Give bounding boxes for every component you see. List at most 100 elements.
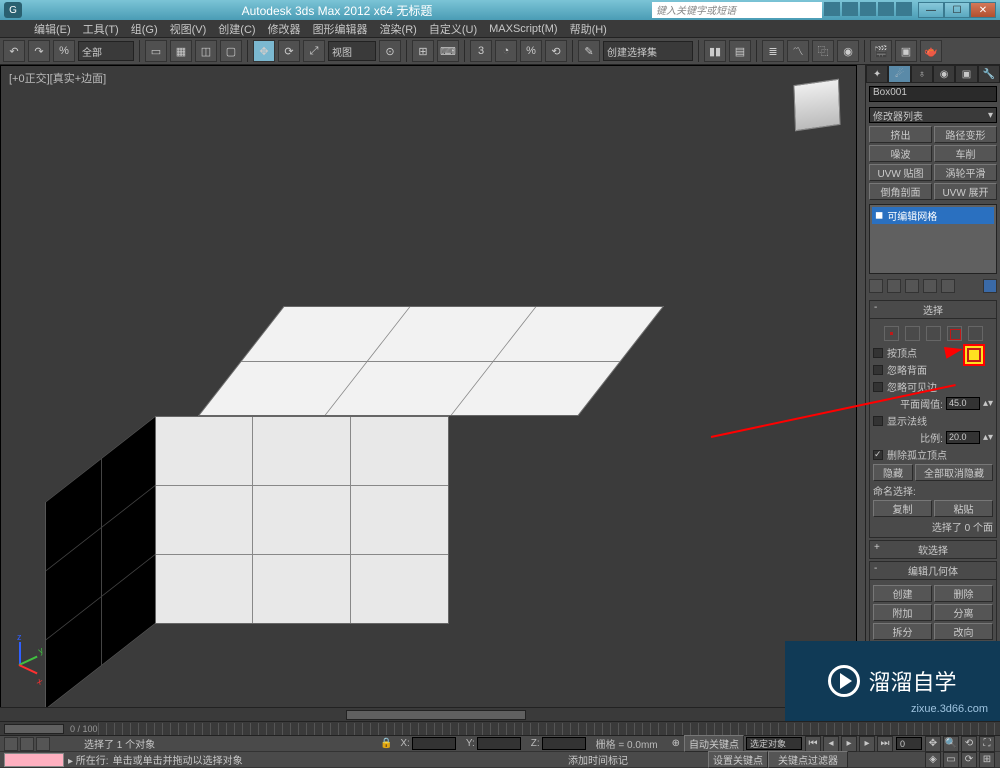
btn-turn[interactable]: 改向 (934, 623, 993, 640)
align-icon[interactable]: ▤ (729, 40, 751, 62)
quickrender-icon[interactable]: 🫖 (920, 40, 942, 62)
btn-autokey[interactable]: 自动关键点 (684, 735, 744, 752)
chk-shownormals[interactable] (873, 416, 883, 426)
menu-edit[interactable]: 编辑(E) (28, 21, 77, 37)
keyboard-icon[interactable]: ⌨ (437, 40, 459, 62)
nav-orbit-icon[interactable]: ⟲ (961, 736, 977, 752)
goto-start-icon[interactable]: ⏮ (805, 736, 821, 752)
btn-hide[interactable]: 隐藏 (873, 464, 913, 481)
subobj-face-icon[interactable] (926, 326, 941, 341)
timeconfig-icon[interactable] (4, 737, 18, 751)
menu-bar[interactable]: 编辑(E) 工具(T) 组(G) 视图(V) 创建(C) 修改器 图形编辑器 渲… (0, 20, 1000, 38)
rotate-icon[interactable]: ⟳ (278, 40, 300, 62)
prev-frame-icon[interactable]: ◂ (823, 736, 839, 752)
scale-icon[interactable]: ⤢ (303, 40, 325, 62)
nav-fov-icon[interactable]: ▭ (943, 752, 959, 768)
material-icon[interactable]: ◉ (837, 40, 859, 62)
subobj-element-icon[interactable] (968, 326, 983, 341)
mirror-icon[interactable]: ▮▮ (704, 40, 726, 62)
btn-delete[interactable]: 删除 (934, 585, 993, 602)
select-icon[interactable]: ▭ (145, 40, 167, 62)
menu-create[interactable]: 创建(C) (212, 21, 261, 37)
btn-detach[interactable]: 分离 (934, 604, 993, 621)
normal-scale-input[interactable]: 20.0 (946, 431, 980, 444)
btn-turbosmooth[interactable]: 涡轮平滑 (934, 164, 997, 181)
btn-break[interactable]: 拆分 (873, 623, 932, 640)
object-name-input[interactable]: Box001 (869, 86, 997, 102)
script-listener[interactable] (4, 753, 64, 767)
viewport-scrollbar[interactable] (0, 707, 865, 721)
lock-icon[interactable]: 🔒 (380, 738, 392, 749)
coord-x-input[interactable] (412, 737, 456, 750)
selectregion-icon[interactable]: ◫ (195, 40, 217, 62)
curveeditor-icon[interactable]: 〽 (787, 40, 809, 62)
minimize-button[interactable]: — (918, 2, 944, 18)
renderframe-icon[interactable]: ▣ (895, 40, 917, 62)
addtime-link[interactable]: 添加时间标记 (568, 752, 628, 767)
editnamedselsets-icon[interactable]: ✎ (578, 40, 600, 62)
title-help-icons[interactable] (822, 2, 912, 19)
nav-zoom-icon[interactable]: 🔍 (943, 736, 959, 752)
move-icon[interactable]: ✥ (253, 40, 275, 62)
scene-object-box[interactable] (191, 306, 651, 626)
maximize-button[interactable]: ☐ (944, 2, 970, 18)
layer-dropdown[interactable]: 全部 (78, 41, 134, 61)
goto-end-icon[interactable]: ⏭ (877, 736, 893, 752)
menu-help[interactable]: 帮助(H) (564, 21, 613, 37)
btn-copy[interactable]: 复制 (873, 500, 932, 517)
menu-group[interactable]: 组(G) (125, 21, 164, 37)
menu-maxscript[interactable]: MAXScript(M) (483, 23, 563, 35)
trackbar-icon[interactable] (20, 737, 34, 751)
nav-zoomext-icon[interactable]: ◈ (925, 752, 941, 768)
selectmanip-icon[interactable]: ⊞ (412, 40, 434, 62)
btn-bevelprofile[interactable]: 倒角剖面 (869, 183, 932, 200)
schematic-icon[interactable]: ⿻ (812, 40, 834, 62)
btn-uvwunwrap[interactable]: UVW 展开 (934, 183, 997, 200)
btn-uvwmap[interactable]: UVW 贴图 (869, 164, 932, 181)
btn-extrude[interactable]: 挤出 (869, 126, 932, 143)
play-icon[interactable]: ▸ (841, 736, 857, 752)
planar-threshold-input[interactable]: 45.0 (946, 397, 980, 410)
menu-modifiers[interactable]: 修改器 (262, 21, 307, 37)
layers-icon[interactable]: ≣ (762, 40, 784, 62)
rollout-softsel-header[interactable]: 软选择 (869, 540, 997, 559)
nav-pan-icon[interactable]: ✥ (925, 736, 941, 752)
nav-maximize-icon[interactable]: ⛶ (979, 736, 995, 752)
stack-tools[interactable] (869, 279, 997, 293)
menu-customize[interactable]: 自定义(U) (423, 21, 483, 37)
chk-deleteiso[interactable] (873, 450, 883, 460)
subobj-vertex-icon[interactable] (884, 326, 899, 341)
btn-noise[interactable]: 噪波 (869, 145, 932, 162)
menu-view[interactable]: 视图(V) (164, 21, 213, 37)
link-icon[interactable]: % (53, 40, 75, 62)
close-button[interactable]: ✕ (970, 2, 996, 18)
redo-icon[interactable]: ↷ (28, 40, 50, 62)
rollout-selection-header[interactable]: 选择 (869, 300, 997, 319)
tab-display-icon[interactable]: ▣ (955, 65, 977, 83)
viewport[interactable]: [+0正交][真实+边面] (0, 65, 857, 721)
nav-max2-icon[interactable]: ⊞ (979, 752, 995, 768)
time-slider[interactable] (4, 724, 64, 734)
spinnersnap-icon[interactable]: ⟲ (545, 40, 567, 62)
timeline-ruler[interactable] (98, 723, 1000, 735)
btn-keyfilter[interactable]: 关键点过滤器 (768, 751, 848, 768)
menu-render[interactable]: 渲染(R) (374, 21, 423, 37)
search-input[interactable]: 键入关键字或短语 (652, 2, 822, 18)
viewport-label[interactable]: [+0正交][真实+边面] (9, 70, 106, 86)
modifier-list-dropdown[interactable]: 修改器列表▾ (869, 107, 997, 123)
chk-ignoreback[interactable] (873, 365, 883, 375)
subobj-edge-icon[interactable] (905, 326, 920, 341)
rendersettings-icon[interactable]: 🎬 (870, 40, 892, 62)
modifier-stack[interactable]: ◼可编辑网格 (869, 204, 997, 274)
coord-z-input[interactable] (542, 737, 586, 750)
menu-grapheditor[interactable]: 图形编辑器 (307, 21, 374, 37)
refcoord-dropdown[interactable]: 视图 (328, 41, 376, 61)
tab-hierarchy-icon[interactable]: ♁ (911, 65, 933, 83)
frame-input[interactable]: 0 (896, 737, 922, 750)
tab-motion-icon[interactable]: ◉ (933, 65, 955, 83)
chk-byvertex[interactable] (873, 348, 883, 358)
coord-y-input[interactable] (477, 737, 521, 750)
menu-tools[interactable]: 工具(T) (77, 21, 125, 37)
stack-editable-mesh[interactable]: ◼可编辑网格 (872, 207, 994, 224)
percentsnap-icon[interactable]: % (520, 40, 542, 62)
